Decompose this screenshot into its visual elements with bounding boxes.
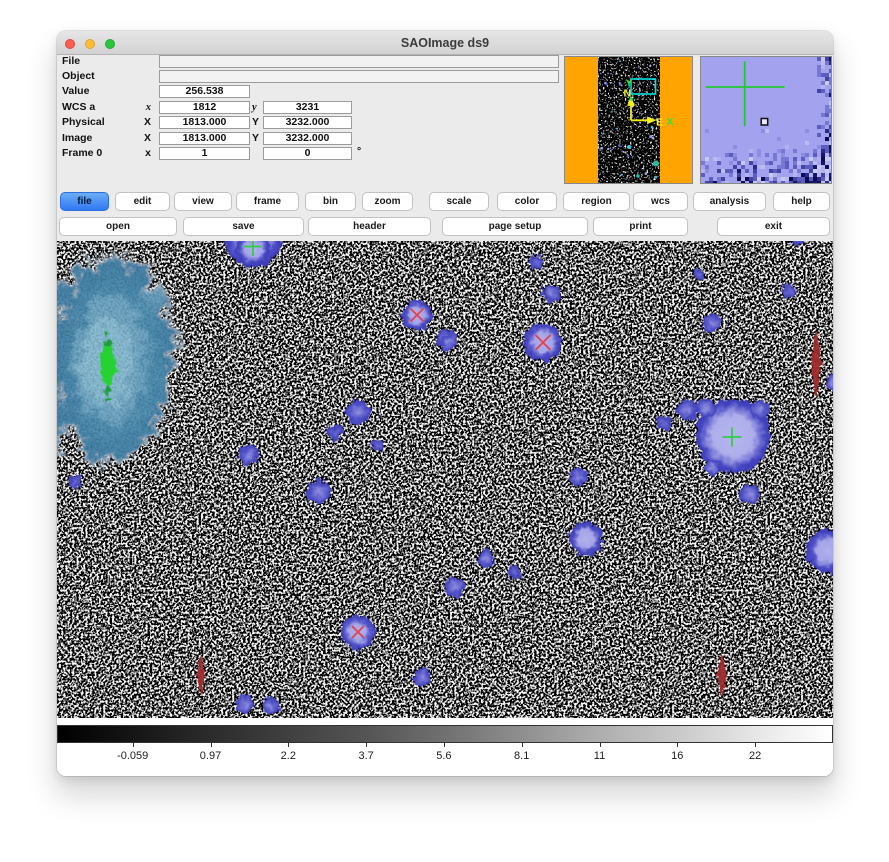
- svg-text:E: E: [656, 117, 663, 129]
- svg-text:X: X: [667, 116, 674, 128]
- svg-text:Y: Y: [626, 78, 633, 90]
